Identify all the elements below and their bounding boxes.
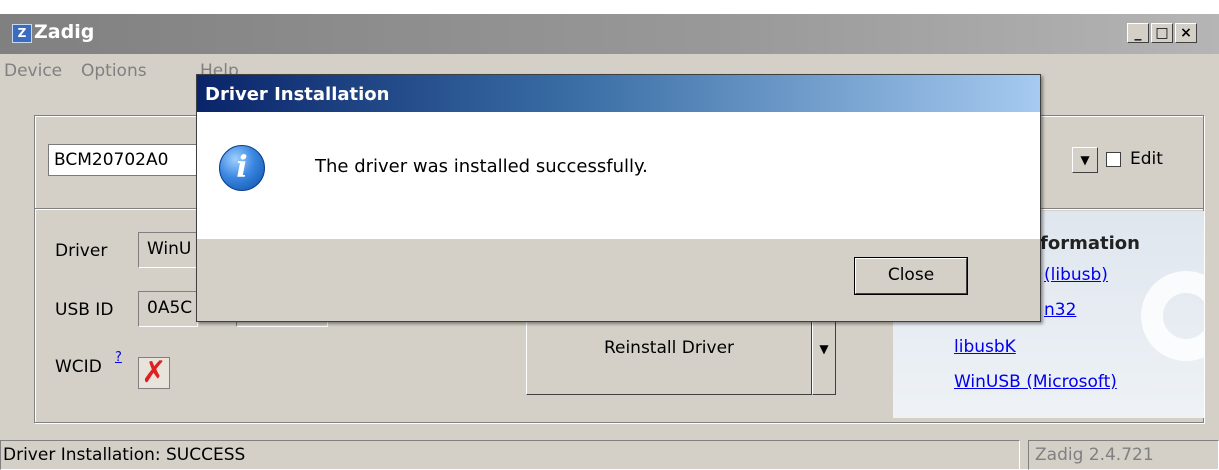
title-bar[interactable]: Z Zadig _ □ × xyxy=(0,14,1219,54)
version-label: Zadig 2.4.721 xyxy=(1028,440,1219,470)
reinstall-options-arrow-icon[interactable]: ▼ xyxy=(812,315,836,395)
wcid-label: WCID xyxy=(55,357,102,377)
edit-label: Edit xyxy=(1130,149,1163,169)
driver-label: Driver xyxy=(55,241,108,261)
dialog-title: Driver Installation xyxy=(205,84,390,105)
info-panel-title: formation xyxy=(1040,233,1140,254)
close-window-button[interactable]: × xyxy=(1175,23,1197,43)
wcid-help-link[interactable]: ? xyxy=(115,350,122,365)
libusb-link[interactable]: (libusb) xyxy=(1044,265,1108,285)
close-button[interactable]: Close xyxy=(854,257,968,295)
driver-field: WinU xyxy=(138,232,198,268)
driver-installation-dialog: Driver Installation i The driver was ins… xyxy=(196,74,1041,322)
information-icon: i xyxy=(219,145,265,191)
edit-checkbox[interactable] xyxy=(1106,152,1121,167)
reinstall-driver-button[interactable]: Reinstall Driver xyxy=(526,315,812,395)
libusbk-link[interactable]: libusbK xyxy=(954,337,1016,357)
minimize-button[interactable]: _ xyxy=(1127,23,1149,43)
menu-device[interactable]: Device xyxy=(4,61,62,81)
status-bar: Driver Installation: SUCCESS Zadig 2.4.7… xyxy=(0,428,1219,470)
wcid-status-x-icon: ✗ xyxy=(138,357,170,389)
libusb-win32-link[interactable]: n32 xyxy=(1044,300,1076,320)
background-circle-icon xyxy=(1141,271,1204,361)
dialog-message: The driver was installed successfully. xyxy=(315,156,648,177)
maximize-button[interactable]: □ xyxy=(1151,23,1173,43)
dialog-body: i The driver was installed successfully. xyxy=(197,112,1040,239)
winusb-link[interactable]: WinUSB (Microsoft) xyxy=(954,372,1117,392)
dialog-title-bar[interactable]: Driver Installation xyxy=(197,75,1040,112)
usb-id-field: 0A5C xyxy=(138,291,198,327)
usb-id-label: USB ID xyxy=(55,300,114,320)
zadig-app-icon: Z xyxy=(12,24,32,43)
window-title: Zadig xyxy=(34,21,95,43)
status-message: Driver Installation: SUCCESS xyxy=(0,440,1020,470)
menu-options[interactable]: Options xyxy=(81,61,147,81)
device-dropdown-arrow-icon[interactable]: ▼ xyxy=(1072,147,1098,173)
